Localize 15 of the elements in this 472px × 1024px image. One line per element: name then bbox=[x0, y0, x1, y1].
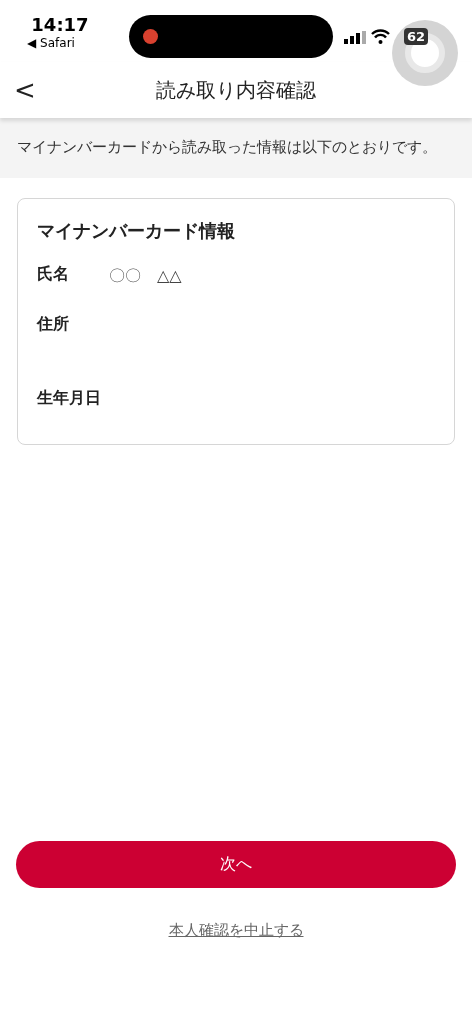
field-label: 住所 bbox=[37, 313, 70, 335]
back-to-app-link[interactable]: ◀ Safari bbox=[27, 37, 75, 49]
field-label: 生年月日 bbox=[37, 387, 102, 409]
battery-icon: 62 bbox=[404, 28, 429, 45]
next-button[interactable]: 次へ bbox=[16, 840, 456, 888]
cancel-link[interactable]: 本人確認を中止する bbox=[168, 918, 304, 941]
wifi-icon bbox=[371, 29, 390, 44]
field-value: 〇〇 △△ bbox=[109, 265, 182, 287]
signal-icon bbox=[344, 31, 366, 44]
field-label: 氏名 bbox=[37, 263, 70, 285]
page-title: 読み取り内容確認 bbox=[156, 77, 316, 104]
back-button[interactable]: < bbox=[14, 77, 36, 103]
intro-text: マイナンバーカードから読み取った情報は以下のとおりです。 bbox=[17, 137, 438, 158]
card-title: マイナンバーカード情報 bbox=[37, 219, 236, 243]
status-time: 14:17 bbox=[31, 16, 89, 34]
